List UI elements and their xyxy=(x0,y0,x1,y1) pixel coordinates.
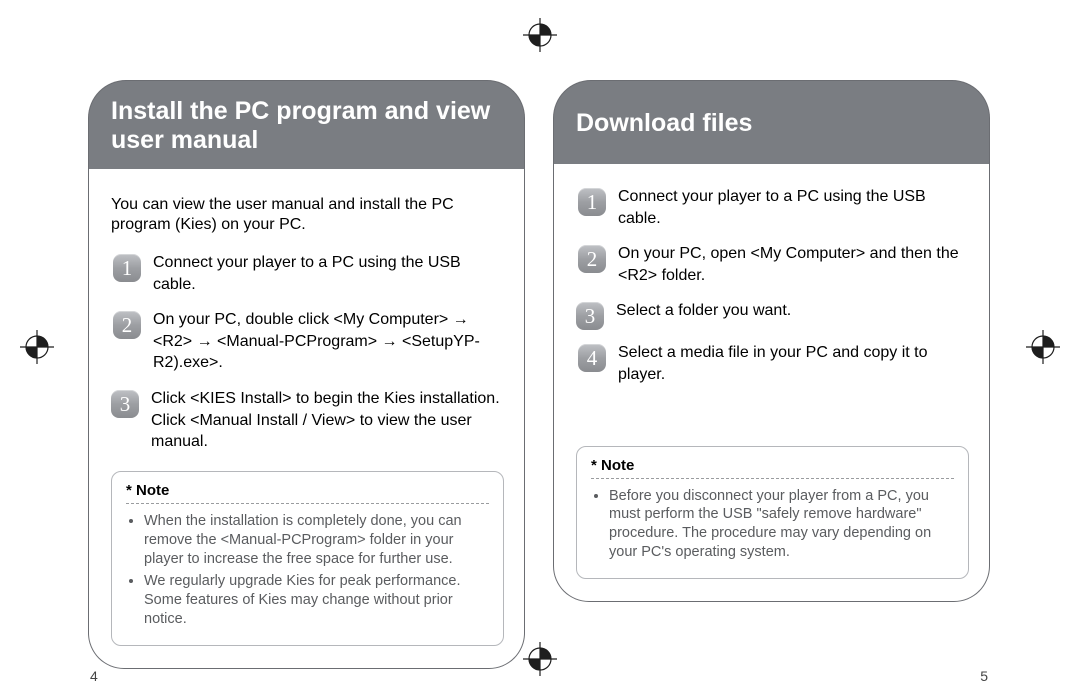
step-number-icon: 1 xyxy=(578,188,606,216)
download-step-2: 2 On your PC, open <My Computer> and the… xyxy=(578,243,969,286)
page-left: Install the PC program and view user man… xyxy=(88,80,525,634)
section-header-download: Download files xyxy=(553,80,990,164)
download-step-1: 1 Connect your player to a PC using the … xyxy=(578,186,969,229)
step-number-icon: 3 xyxy=(111,390,139,418)
install-step-1: 1 Connect your player to a PC using the … xyxy=(113,252,504,295)
download-step-3-text: Select a folder you want. xyxy=(616,300,969,328)
step-number-icon: 2 xyxy=(113,311,141,339)
install-step-2-text: On your PC, double click <My Computer> →… xyxy=(153,309,504,374)
page-number-left: 4 xyxy=(90,668,98,684)
page-number-right: 5 xyxy=(980,668,988,684)
registration-mark-bottom-icon xyxy=(523,642,557,676)
download-note-title: * Note xyxy=(591,457,954,474)
section-body-install: You can view the user manual and install… xyxy=(88,169,525,669)
install-intro: You can view the user manual and install… xyxy=(111,195,504,237)
install-note-item: We regularly upgrade Kies for peak perfo… xyxy=(144,572,489,629)
install-note-title: * Note xyxy=(126,482,489,499)
install-note-box: * Note When the installation is complete… xyxy=(111,471,504,646)
section-body-download: 1 Connect your player to a PC using the … xyxy=(553,164,990,602)
page-spread: Install the PC program and view user man… xyxy=(88,80,990,634)
divider xyxy=(126,503,489,504)
download-step-2-text: On your PC, open <My Computer> and then … xyxy=(618,243,969,286)
install-step-3-text: Click <KIES Install> to begin the Kies i… xyxy=(151,388,504,453)
download-note-item: Before you disconnect your player from a… xyxy=(609,487,954,562)
registration-mark-left-icon xyxy=(20,330,54,364)
section-header-install-text: Install the PC program and view user man… xyxy=(111,97,502,155)
registration-mark-top-icon xyxy=(523,18,557,52)
install-note-list: When the installation is completely done… xyxy=(126,512,489,629)
install-note-item: When the installation is completely done… xyxy=(144,512,489,569)
download-step-1-text: Connect your player to a PC using the US… xyxy=(618,186,969,229)
divider xyxy=(591,478,954,479)
download-note-box: * Note Before you disconnect your player… xyxy=(576,446,969,579)
step-number-icon: 1 xyxy=(113,254,141,282)
section-header-download-text: Download files xyxy=(576,109,752,138)
step-number-icon: 3 xyxy=(576,302,604,330)
download-note-list: Before you disconnect your player from a… xyxy=(591,487,954,562)
section-header-install: Install the PC program and view user man… xyxy=(88,80,525,169)
step-number-icon: 4 xyxy=(578,344,606,372)
install-step-2: 2 On your PC, double click <My Computer>… xyxy=(113,309,504,374)
registration-mark-right-icon xyxy=(1026,330,1060,364)
page-right: Download files 1 Connect your player to … xyxy=(553,80,990,634)
download-step-4: 4 Select a media file in your PC and cop… xyxy=(578,342,969,385)
step-number-icon: 2 xyxy=(578,245,606,273)
install-step-3: 3 Click <KIES Install> to begin the Kies… xyxy=(111,388,504,453)
download-step-4-text: Select a media file in your PC and copy … xyxy=(618,342,969,385)
download-step-3: 3 Select a folder you want. xyxy=(576,300,969,328)
install-step-1-text: Connect your player to a PC using the US… xyxy=(153,252,504,295)
